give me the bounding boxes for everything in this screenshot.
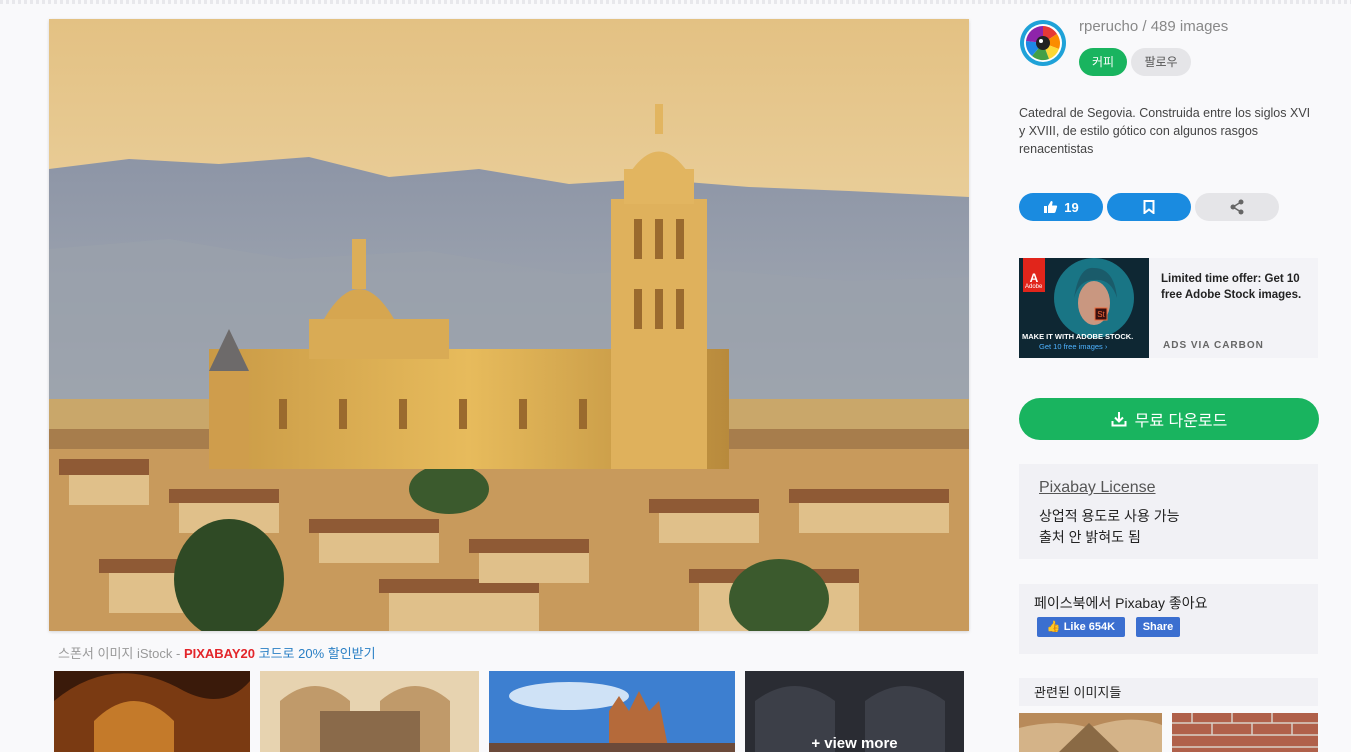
main-photo[interactable] — [49, 19, 969, 631]
like-count: 19 — [1064, 199, 1079, 215]
sponsor-line[interactable]: 스폰서 이미지 iStock - PIXABAY20 코드로 20% 할인받기 — [58, 643, 376, 662]
facebook-title: 페이스북에서 Pixabay 좋아요 — [1034, 595, 1208, 611]
license-box: Pixabay License 상업적 용도로 사용 가능 출처 안 밝혀도 됨 — [1019, 464, 1318, 559]
like-button[interactable]: 19 — [1019, 193, 1103, 221]
coffee-button[interactable]: 커피 — [1079, 48, 1127, 76]
related-thumbnail-1[interactable] — [1019, 713, 1162, 752]
bookmark-button[interactable] — [1107, 193, 1191, 221]
ad-app-badge: St — [1097, 310, 1105, 319]
related-images-header: 관련된 이미지들 — [1019, 678, 1318, 706]
sponsor-code: PIXABAY20 — [183, 646, 255, 661]
image-description: Catedral de Segovia. Construida entre lo… — [1019, 106, 1311, 156]
facebook-share-button[interactable]: Share — [1136, 617, 1180, 637]
thumbnail-3[interactable] — [489, 671, 735, 752]
sponsor-prefix: 스폰서 이미지 iStock - — [58, 646, 184, 661]
avatar[interactable] — [1019, 19, 1067, 67]
thumbnail-1[interactable] — [54, 671, 250, 752]
thumbs-up-icon: 👍 — [1046, 621, 1061, 633]
download-button[interactable]: 무료 다운로드 — [1019, 398, 1319, 440]
download-icon — [1111, 412, 1127, 427]
user-name-count[interactable]: rperucho / 489 images — [1079, 18, 1228, 35]
license-title[interactable]: Pixabay License — [1039, 479, 1156, 497]
top-border — [0, 0, 1351, 4]
view-more-label[interactable]: + view more — [745, 735, 964, 752]
thumbnail-4[interactable]: + view more — [745, 671, 964, 752]
related-images-title: 관련된 이미지들 — [1034, 685, 1122, 700]
ads-via-carbon[interactable]: ADS VIA CARBON — [1163, 340, 1264, 351]
thumbnail-2[interactable] — [260, 671, 479, 752]
facebook-box: 페이스북에서 Pixabay 좋아요 👍 Like 654K Share — [1019, 584, 1318, 654]
license-line-commercial: 상업적 용도로 사용 가능 — [1039, 508, 1180, 524]
related-thumbnail-2[interactable] — [1172, 713, 1318, 752]
ad-image[interactable]: A St Adobe MAKE IT WITH ADOBE STOCK. Get… — [1019, 258, 1149, 358]
ad-text[interactable]: Limited time offer: Get 10 free Adobe St… — [1161, 271, 1311, 303]
share-icon — [1230, 199, 1244, 215]
facebook-like-label: Like 654K — [1063, 621, 1116, 633]
thumbs-up-icon — [1044, 201, 1058, 213]
ad-brand: Adobe — [1025, 284, 1043, 290]
ad-headline: MAKE IT WITH ADOBE STOCK. — [1022, 332, 1133, 341]
ad-cta: Get 10 free images › — [1039, 342, 1108, 351]
facebook-like-button[interactable]: 👍 Like 654K — [1037, 617, 1125, 637]
bookmark-icon — [1143, 200, 1155, 214]
carbon-ad[interactable]: A St Adobe MAKE IT WITH ADOBE STOCK. Get… — [1019, 258, 1318, 358]
sponsor-offer[interactable]: 코드로 20% 할인받기 — [255, 646, 376, 661]
license-line-attribution: 출처 안 밝혀도 됨 — [1039, 529, 1141, 545]
svg-text:A: A — [1030, 271, 1039, 285]
download-label: 무료 다운로드 — [1134, 413, 1228, 430]
follow-button[interactable]: 팔로우 — [1131, 48, 1191, 76]
share-button[interactable] — [1195, 193, 1279, 221]
